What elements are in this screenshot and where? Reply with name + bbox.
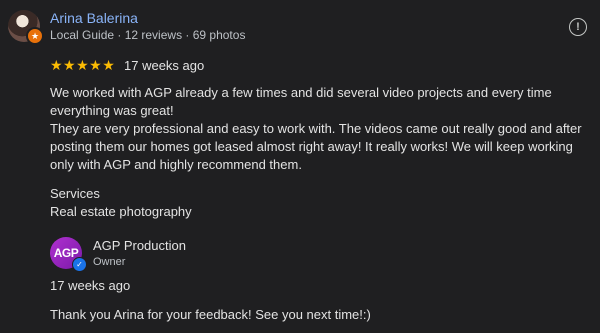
review-text: We worked with AGP already a few times a… xyxy=(50,84,595,174)
reviewer-avatar[interactable]: ★ xyxy=(8,10,44,45)
verified-check-icon: ✓ xyxy=(72,257,87,272)
owner-role: Owner xyxy=(93,256,126,268)
local-guide-badge-icon: ★ xyxy=(26,27,44,45)
services-value: Real estate photography xyxy=(50,204,192,219)
reply-text: Thank you Arina for your feedback! See y… xyxy=(50,307,371,322)
review-paragraph-1: We worked with AGP already a few times a… xyxy=(50,85,552,118)
star-rating: ★★★★★ xyxy=(50,57,116,73)
services-heading: Services xyxy=(50,186,100,201)
owner-name: AGP Production xyxy=(93,238,186,253)
report-review-icon[interactable]: ! xyxy=(569,18,587,36)
review-paragraph-2: They are very professional and easy to w… xyxy=(50,121,582,172)
review-time: 17 weeks ago xyxy=(124,58,205,73)
reviewer-meta: Local Guide · 12 reviews · 69 photos xyxy=(50,28,246,42)
reviewer-name[interactable]: Arina Balerina xyxy=(50,10,138,26)
reply-time: 17 weeks ago xyxy=(50,278,131,293)
